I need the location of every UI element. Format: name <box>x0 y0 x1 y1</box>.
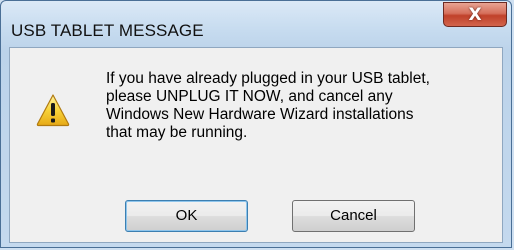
message-text: If you have already plugged in your USB … <box>106 70 430 141</box>
window-title: USB TABLET MESSAGE <box>11 21 204 40</box>
message-area: If you have already plugged in your USB … <box>10 48 502 182</box>
ok-button[interactable]: OK <box>125 200 248 232</box>
dialog-window: USB TABLET MESSAGE X If you have already… <box>0 0 512 248</box>
cancel-button[interactable]: Cancel <box>292 200 415 232</box>
title-bar[interactable]: USB TABLET MESSAGE X <box>1 1 513 47</box>
close-icon: X <box>468 5 482 25</box>
close-button[interactable]: X <box>443 2 507 27</box>
warning-icon <box>36 94 70 127</box>
dialog-body: If you have already plugged in your USB … <box>9 47 503 243</box>
